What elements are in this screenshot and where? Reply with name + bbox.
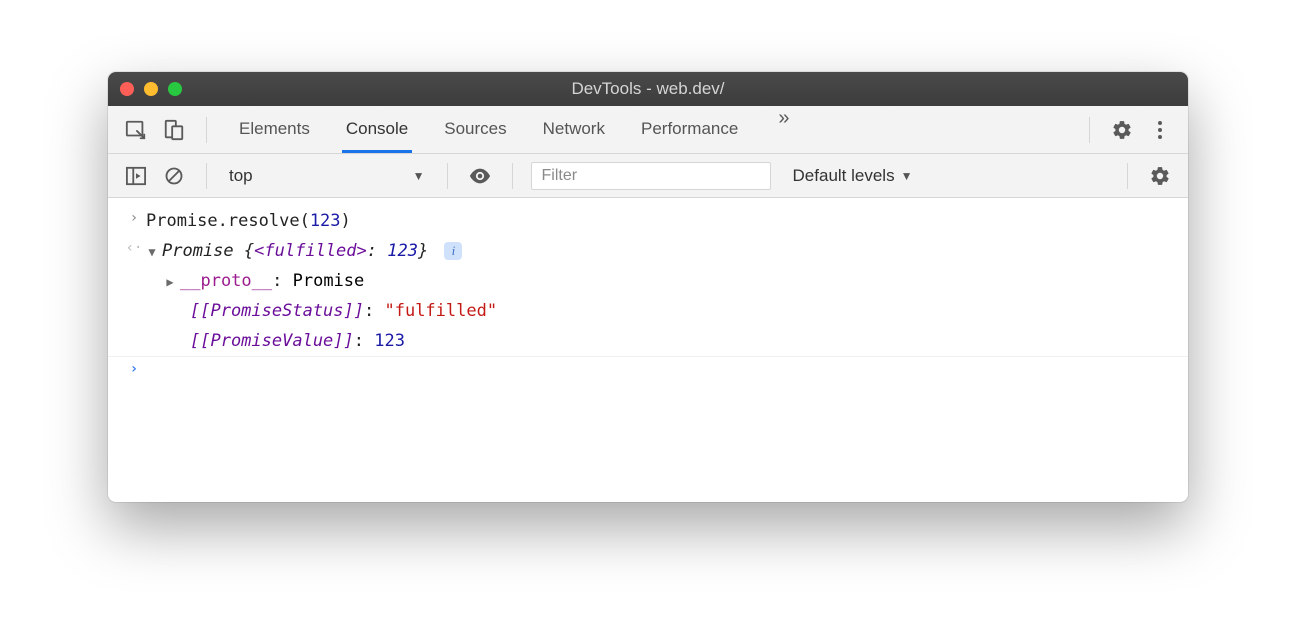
tab-console[interactable]: Console [342, 107, 412, 153]
internal-slot-key: [[PromiseStatus]] [190, 301, 364, 321]
output-marker-icon: ‹· [122, 237, 146, 265]
console-settings-icon[interactable] [1146, 162, 1174, 190]
expand-toggle-icon[interactable]: ▶ [164, 273, 176, 293]
proto-key: __proto__ [180, 271, 272, 291]
traffic-lights [120, 82, 182, 96]
console-toolbar: top ▼ Default levels ▼ [108, 154, 1188, 198]
separator [206, 163, 207, 189]
caret-down-icon: ▼ [413, 169, 425, 183]
code-method: resolve [228, 211, 300, 231]
minimize-window-button[interactable] [144, 82, 158, 96]
kebab-menu-icon[interactable] [1146, 116, 1174, 144]
tab-sources[interactable]: Sources [440, 107, 510, 153]
tab-elements[interactable]: Elements [235, 107, 314, 153]
context-value: top [229, 166, 253, 186]
info-badge-icon[interactable]: i [444, 242, 462, 260]
console-result: ▼Promise {<fulfilled>: 123} i [146, 237, 1174, 265]
caret-down-icon: ▼ [901, 169, 913, 183]
console-prompt-input[interactable] [146, 358, 1174, 381]
object-property-row[interactable]: [[PromiseStatus]]: "fulfilled" [108, 296, 1188, 326]
separator [512, 163, 513, 189]
tab-network[interactable]: Network [539, 107, 609, 153]
context-selector[interactable]: top ▼ [225, 166, 429, 186]
filter-input[interactable] [531, 162, 771, 190]
internal-slot-value: "fulfilled" [384, 301, 497, 321]
tab-performance[interactable]: Performance [637, 107, 742, 153]
input-marker-icon: › [122, 207, 146, 235]
main-toolbar: Elements Console Sources Network Perform… [108, 106, 1188, 154]
code-arg: 123 [310, 211, 341, 231]
maximize-window-button[interactable] [168, 82, 182, 96]
clear-console-icon[interactable] [160, 162, 188, 190]
result-type: Promise [162, 241, 234, 261]
object-property-row[interactable]: [[PromiseValue]]: 123 [108, 326, 1188, 357]
toggle-device-toolbar-icon[interactable] [160, 116, 188, 144]
window-title: DevTools - web.dev/ [108, 79, 1188, 99]
separator [1089, 117, 1090, 143]
console-result-row[interactable]: ‹· ▼Promise {<fulfilled>: 123} i [108, 236, 1188, 266]
settings-icon[interactable] [1108, 116, 1136, 144]
result-status-label: <fulfilled> [254, 241, 367, 261]
live-expression-icon[interactable] [466, 162, 494, 190]
separator [447, 163, 448, 189]
expand-toggle-icon[interactable]: ▼ [146, 243, 158, 263]
close-window-button[interactable] [120, 82, 134, 96]
separator [1127, 163, 1128, 189]
console-body: › Promise.resolve(123) ‹· ▼Promise {<ful… [108, 198, 1188, 390]
object-property-row[interactable]: ▶__proto__: Promise [108, 266, 1188, 296]
result-value: 123 [387, 241, 418, 261]
inspect-element-icon[interactable] [122, 116, 150, 144]
log-levels-selector[interactable]: Default levels ▼ [793, 166, 913, 186]
levels-label: Default levels [793, 166, 895, 186]
code-object: Promise [146, 211, 218, 231]
more-tabs-icon[interactable]: » [770, 107, 797, 153]
panel-tabs: Elements Console Sources Network Perform… [235, 107, 797, 153]
internal-slot-value: 123 [374, 331, 405, 351]
console-input-code: Promise.resolve(123) [146, 207, 1174, 235]
devtools-window: DevTools - web.dev/ Elements Console Sou… [108, 72, 1188, 502]
prompt-marker-icon: › [122, 358, 146, 381]
internal-slot-key: [[PromiseValue]] [190, 331, 354, 351]
console-input-row[interactable]: › Promise.resolve(123) [108, 206, 1188, 236]
proto-value: Promise [293, 271, 365, 291]
toggle-console-sidebar-icon[interactable] [122, 162, 150, 190]
separator [206, 117, 207, 143]
titlebar[interactable]: DevTools - web.dev/ [108, 72, 1188, 106]
console-prompt-row[interactable]: › [108, 357, 1188, 382]
